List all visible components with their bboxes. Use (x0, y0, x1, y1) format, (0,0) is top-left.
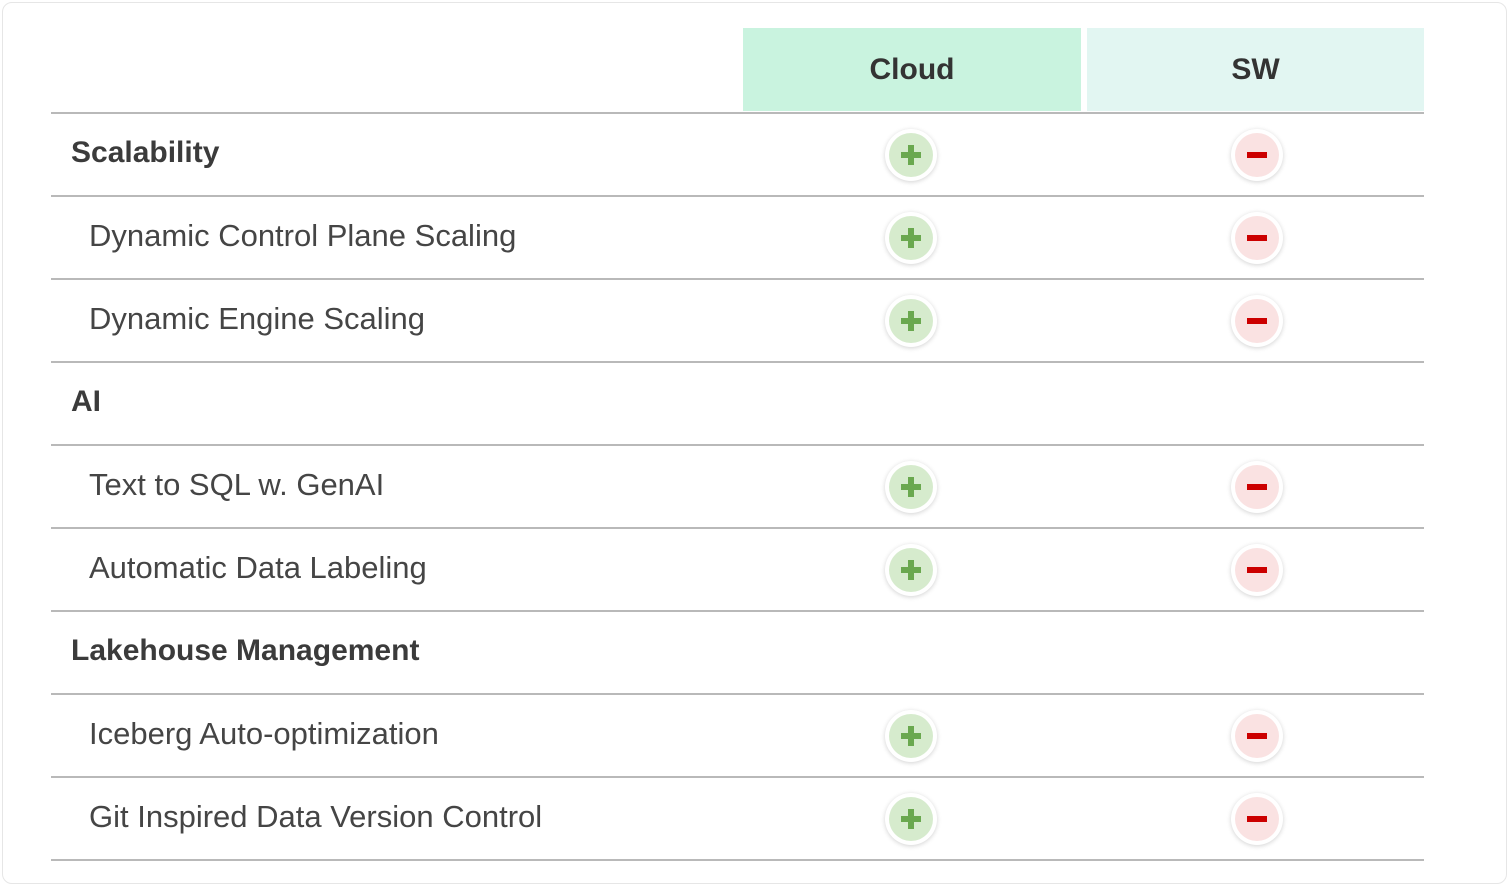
feature-label: Git Inspired Data Version Control (89, 799, 543, 834)
plus-icon (885, 709, 937, 762)
feature-label: Automatic Data Labeling (89, 550, 427, 585)
table-header: Cloud SW (51, 28, 1424, 114)
minus-icon (1231, 128, 1283, 181)
table-row: Automatic Data Labeling (51, 529, 1424, 612)
section-row: Lakehouse Management (51, 612, 1424, 695)
feature-label: Iceberg Auto-optimization (89, 716, 439, 751)
section-row: Scalability (51, 114, 1424, 197)
section-label: Lakehouse Management (71, 634, 420, 667)
column-header-cloud: Cloud (743, 28, 1081, 111)
plus-icon (885, 128, 937, 181)
section-row: AI (51, 363, 1424, 446)
feature-label: Dynamic Engine Scaling (89, 301, 426, 336)
column-header-sw: SW (1087, 28, 1424, 111)
table-body: Scalability Dynamic Control Plane Scaling… (51, 114, 1424, 861)
minus-icon (1231, 460, 1283, 513)
table-row: Dynamic Engine Scaling (51, 280, 1424, 363)
comparison-table: Cloud SW Scalability Dynamic Control Plan… (51, 28, 1424, 861)
plus-icon (885, 792, 937, 845)
table-row: Dynamic Control Plane Scaling (51, 197, 1424, 280)
minus-icon (1231, 709, 1283, 762)
plus-icon (885, 460, 937, 513)
feature-label: Text to SQL w. GenAI (89, 467, 385, 502)
table-row: Text to SQL w. GenAI (51, 446, 1424, 529)
table-row: Iceberg Auto-optimization (51, 695, 1424, 778)
plus-icon (885, 294, 937, 347)
minus-icon (1231, 294, 1283, 347)
section-label: Scalability (71, 136, 220, 169)
minus-icon (1231, 792, 1283, 845)
plus-icon (885, 211, 937, 264)
table-row: Git Inspired Data Version Control (51, 778, 1424, 861)
feature-label: Dynamic Control Plane Scaling (89, 218, 517, 253)
plus-icon (885, 543, 937, 596)
minus-icon (1231, 211, 1283, 264)
section-label: AI (71, 385, 101, 418)
comparison-card: Cloud SW Scalability Dynamic Control Plan… (2, 2, 1507, 884)
minus-icon (1231, 543, 1283, 596)
